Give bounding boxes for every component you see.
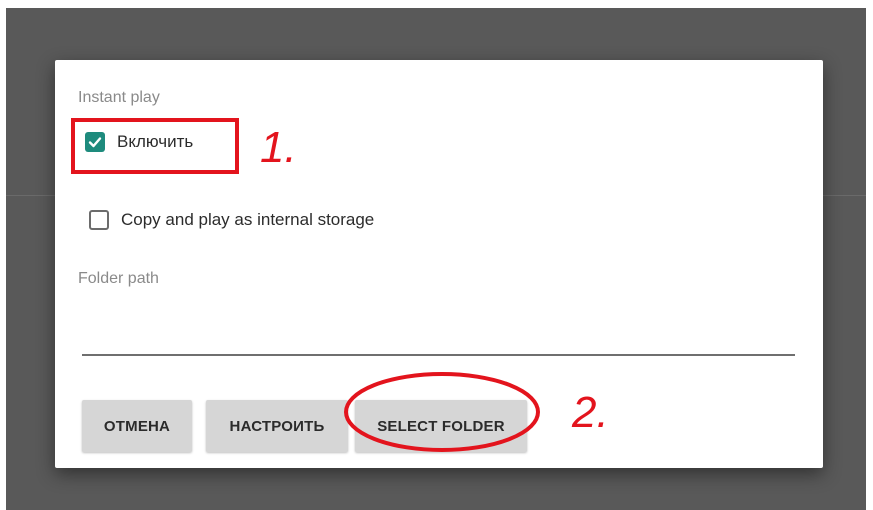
folder-path-underline	[82, 354, 795, 356]
screenshot-border-top	[0, 0, 873, 8]
folder-path-input[interactable]	[82, 305, 795, 350]
section-title: Instant play	[78, 89, 160, 106]
checkbox-unchecked-icon[interactable]	[89, 210, 109, 230]
copy-internal-checkbox-label: Copy and play as internal storage	[121, 210, 375, 229]
copy-internal-checkbox[interactable]: Copy and play as internal storage	[89, 210, 374, 230]
step1-highlight-box	[71, 118, 239, 174]
step2-number: 2.	[572, 388, 609, 437]
screenshot-border-right	[866, 0, 873, 510]
select-folder-button[interactable]: SELECT FOLDER	[355, 400, 527, 452]
folder-path-label: Folder path	[78, 270, 159, 287]
step1-number: 1.	[260, 123, 297, 172]
screenshot-border-left	[0, 0, 6, 510]
cancel-button[interactable]: ОТМЕНА	[82, 400, 192, 452]
configure-button[interactable]: НАСТРОИТЬ	[206, 400, 348, 452]
